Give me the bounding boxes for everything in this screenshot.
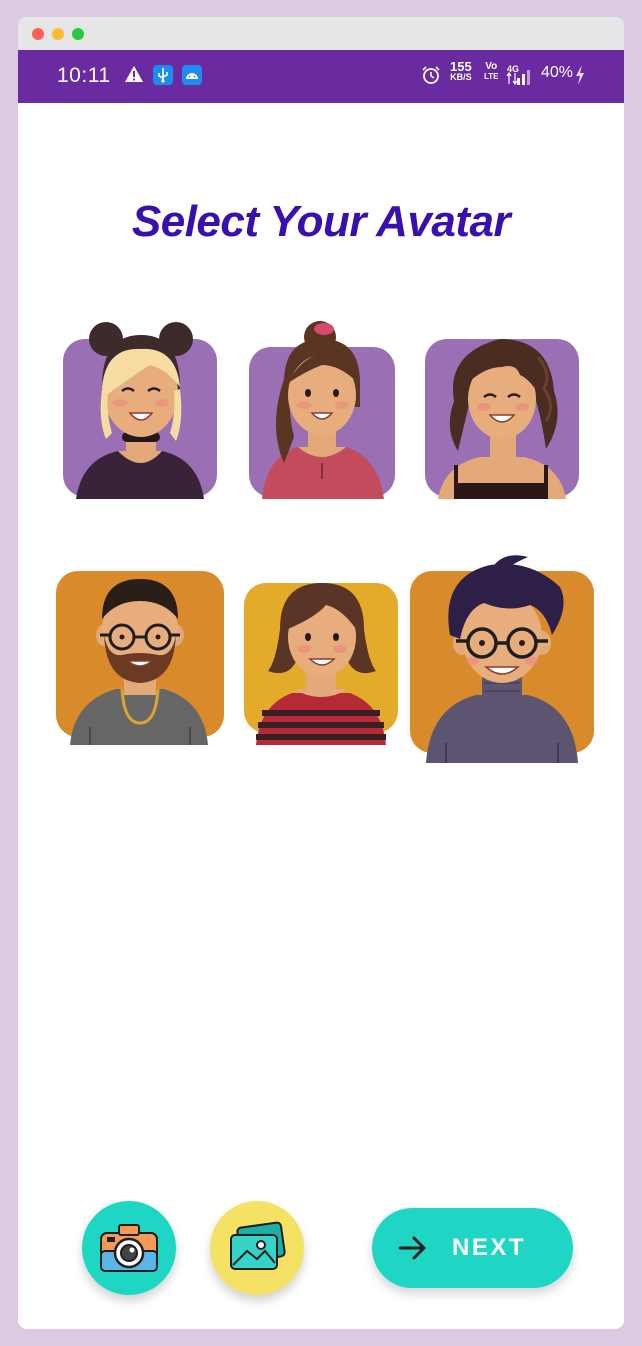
avatar-man-glasses[interactable] [410,547,594,765]
maximize-window-button[interactable] [72,28,84,40]
page-title: Select Your Avatar [131,197,511,246]
charging-icon [576,65,584,85]
alarm-icon [422,66,440,84]
network-speed-unit: KB/S [450,72,472,82]
volte-bottom: LTE [484,72,499,81]
avatar-girl-curly[interactable] [420,317,586,502]
browser-window: 10:11 155 KB/S Vo LTE 4G 40% Select Your… [18,17,624,1329]
avatar-man-beard[interactable] [54,565,226,747]
signal-bars-icon [506,70,530,86]
network-speed: 155 KB/S [450,60,472,83]
avatar-boy-striped[interactable] [242,565,402,747]
volte-indicator: Vo LTE [484,62,499,82]
status-bar: 10:11 155 KB/S Vo LTE 4G 40% [18,50,624,103]
android-icon [182,65,202,85]
camera-icon [100,1224,158,1272]
volte-top: Vo [485,61,498,72]
camera-button[interactable] [82,1201,176,1295]
arrow-right-icon [398,1236,426,1260]
status-time: 10:11 [57,64,111,87]
minimize-window-button[interactable] [52,28,64,40]
avatar-girl-ponytail[interactable] [244,317,400,502]
close-window-button[interactable] [32,28,44,40]
warning-icon [125,66,143,82]
battery-level: 40% [541,64,574,81]
next-button-label: NEXT [452,1234,527,1261]
gallery-button[interactable] [210,1201,304,1295]
next-button[interactable]: NEXT [372,1208,573,1288]
usb-icon [153,65,173,85]
image-gallery-icon [230,1221,286,1270]
avatar-girl-buns[interactable] [58,317,224,502]
signal-strength-icon: 4G [505,64,535,86]
window-titlebar [18,17,624,50]
